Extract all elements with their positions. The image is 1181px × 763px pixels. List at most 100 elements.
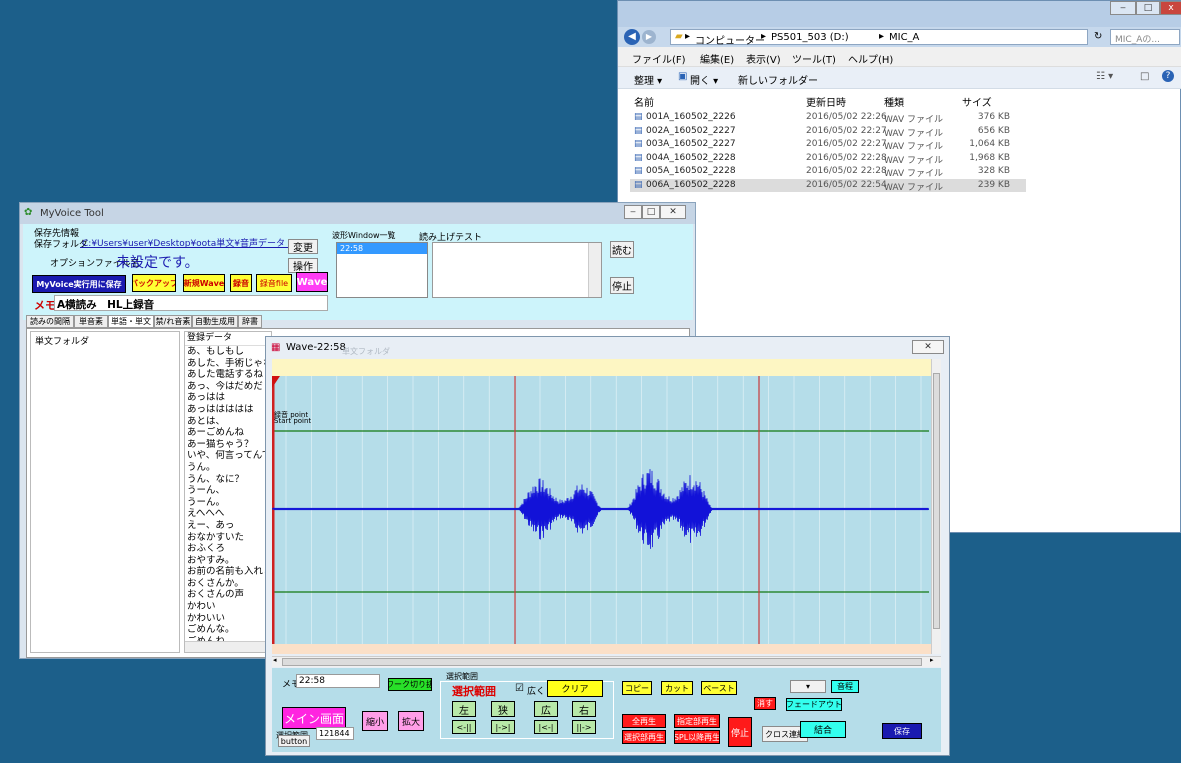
scroll-right-icon[interactable]: ▸ [930, 656, 934, 664]
expand-button[interactable]: 拡大 [398, 711, 424, 731]
list-item[interactable]: うん。 [187, 462, 271, 474]
back-button[interactable]: ◀ [624, 29, 640, 45]
read-test-textarea[interactable] [432, 242, 602, 298]
vscroll-thumb[interactable] [933, 373, 940, 629]
forward-button[interactable]: ▶ [642, 30, 656, 44]
view-options-icon[interactable]: ☷ ▾ [1096, 71, 1113, 82]
wave-list-item[interactable]: 22:58 [337, 243, 427, 254]
nav-button-4[interactable]: ||-> [572, 720, 596, 734]
list-item[interactable]: あした、手術じゃないよ [187, 358, 271, 370]
play-all-button[interactable]: 全再生 [622, 714, 666, 728]
list-item[interactable]: あっはは [187, 392, 271, 404]
operate-button[interactable]: 操作 [288, 258, 318, 273]
list-item[interactable]: かわい [187, 601, 271, 613]
address-part-3[interactable]: MIC_A [889, 32, 919, 43]
save-exec-button[interactable]: MyVoice実行用に保存 [32, 275, 126, 293]
menu-edit[interactable]: 編集(E) [700, 51, 734, 66]
read-button[interactable]: 読む [610, 241, 634, 258]
tab-0[interactable]: 読みの間隔 [26, 315, 74, 328]
column-size[interactable]: サイズ [962, 94, 992, 109]
read-test-scrollbar[interactable] [588, 243, 601, 297]
play-selection-button[interactable]: 選択部再生 [622, 730, 666, 744]
scroll-left-icon[interactable]: ◂ [273, 656, 277, 664]
shrink-button[interactable]: 縮小 [362, 711, 388, 731]
wave-canvas[interactable]: 録音 point Start point [272, 376, 939, 644]
list-item[interactable]: お前の名前も入れといたか [187, 566, 271, 578]
list-item[interactable]: おやすみ。 [187, 555, 271, 567]
open-button[interactable]: 開く ▾ [690, 72, 718, 87]
menu-file[interactable]: ファイル(F) [632, 51, 686, 66]
help-icon[interactable]: ? [1162, 70, 1174, 82]
file-row[interactable]: ▤ 001A_160502_2226 2016/05/02 22:26 WAV ファイ… [630, 111, 1026, 125]
new-folder-button[interactable]: 新しいフォルダー [738, 72, 818, 87]
widen-button[interactable]: 広 [534, 701, 558, 717]
close-button[interactable]: ✕ [660, 205, 686, 219]
registered-data-list[interactable]: 登録データ あ、もしもしあした、手術じゃないよあした電話するねあっ、今はだめだあ… [184, 331, 272, 653]
list-item[interactable]: おくさんの声 [187, 589, 271, 601]
file-row[interactable]: ▤ 006A_160502_2228 2016/05/02 22:54 WAV ファイ… [630, 179, 1026, 193]
close-button[interactable]: ✕ [912, 340, 944, 354]
tab-4[interactable]: 自動生成用 [192, 315, 238, 328]
wave-hscrollbar[interactable]: ◂ ▸ [272, 656, 941, 667]
address-part-2[interactable]: PS501_503 (D:) [771, 32, 849, 43]
list-item[interactable]: うーん。 [187, 497, 271, 509]
memo-input[interactable]: A横読み HL上録音 [54, 295, 328, 311]
stop-read-button[interactable]: 停止 [610, 277, 634, 294]
right-button[interactable]: 右 [572, 701, 596, 717]
record-file-button[interactable]: 録音file [256, 274, 292, 292]
tab-2[interactable]: 単語・単文 [108, 315, 154, 328]
list-item[interactable]: かわいい [187, 613, 271, 625]
work-cut-button[interactable]: ワーク切り抜 [388, 678, 432, 691]
list-item[interactable]: あした電話するね [187, 369, 271, 381]
narrow-button[interactable]: 狭 [491, 701, 515, 717]
organize-button[interactable]: 整理 ▾ [634, 72, 662, 87]
play-specified-button[interactable]: 指定部再生 [674, 714, 720, 728]
list-hscrollbar[interactable] [185, 641, 271, 652]
file-row[interactable]: ▤ 005A_160502_2228 2016/05/02 22:28 WAV ファイ… [630, 165, 1026, 179]
list-item[interactable]: うーん、 [187, 485, 271, 497]
list-item[interactable]: おふくろ [187, 543, 271, 555]
save-button[interactable]: 保存 [882, 723, 922, 739]
close-button[interactable]: x [1160, 1, 1181, 15]
list-item[interactable]: おなかすいた [187, 532, 271, 544]
list-item[interactable]: えー、あっ [187, 520, 271, 532]
address-bar[interactable]: ▰ コンピューター PS501_503 (D:) MIC_A ▸ ▸ ▸ [670, 29, 1088, 47]
nav-button-3[interactable]: |<-| [534, 720, 558, 734]
join-button[interactable]: 結合 [800, 721, 846, 738]
tab-5[interactable]: 辞書 [238, 315, 262, 328]
fadeout-button[interactable]: フェードアウト [786, 698, 842, 711]
wave-window-list[interactable]: 22:58 [336, 242, 428, 298]
delete-button[interactable]: 消す [754, 697, 776, 710]
hscroll-thumb[interactable] [282, 658, 922, 666]
refresh-icon[interactable]: ↻ [1094, 31, 1102, 42]
main-screen-button[interactable]: メイン画面 [282, 707, 346, 729]
list-item[interactable]: いや、何言ってんですか [187, 450, 271, 462]
wide-checkbox[interactable]: ☑ [515, 683, 524, 694]
pitch-button[interactable]: 音程 [831, 680, 859, 693]
address-part-1[interactable]: コンピューター [695, 32, 765, 47]
column-date[interactable]: 更新日時 [806, 94, 846, 109]
paste-button[interactable]: ペースト [701, 681, 737, 695]
list-item[interactable]: あー猫ちゃう？ [187, 439, 271, 451]
list-item[interactable]: うん、なに？ [187, 474, 271, 486]
tree-root[interactable]: 単文フォルダ [35, 334, 89, 347]
folder-tree[interactable]: 単文フォルダ [30, 331, 180, 653]
tab-3[interactable]: 禁/れ音素 [154, 315, 192, 328]
wave-vscrollbar[interactable] [931, 359, 941, 654]
record-button[interactable]: 録音 [230, 274, 252, 292]
wave-memo-input[interactable]: 22:58 [296, 674, 380, 688]
list-item[interactable]: あーごめんね [187, 427, 271, 439]
list-item[interactable]: おくさんか。 [187, 578, 271, 590]
clear-button[interactable]: クリア [547, 680, 603, 697]
list-item[interactable]: ごめんな。 [187, 624, 271, 636]
change-button[interactable]: 変更 [288, 239, 318, 254]
new-wave-button[interactable]: 新規Wave [183, 274, 225, 292]
menu-help[interactable]: ヘルプ(H) [848, 51, 893, 66]
copy-button[interactable]: コピー [622, 681, 652, 695]
list-item[interactable]: あっははははは [187, 404, 271, 416]
menu-view[interactable]: 表示(V) [746, 51, 781, 66]
menu-tools[interactable]: ツール(T) [792, 51, 836, 66]
minimize-button[interactable]: ‒ [624, 205, 642, 219]
small-button[interactable]: button [278, 735, 310, 747]
column-name[interactable]: 名前 [634, 94, 654, 109]
